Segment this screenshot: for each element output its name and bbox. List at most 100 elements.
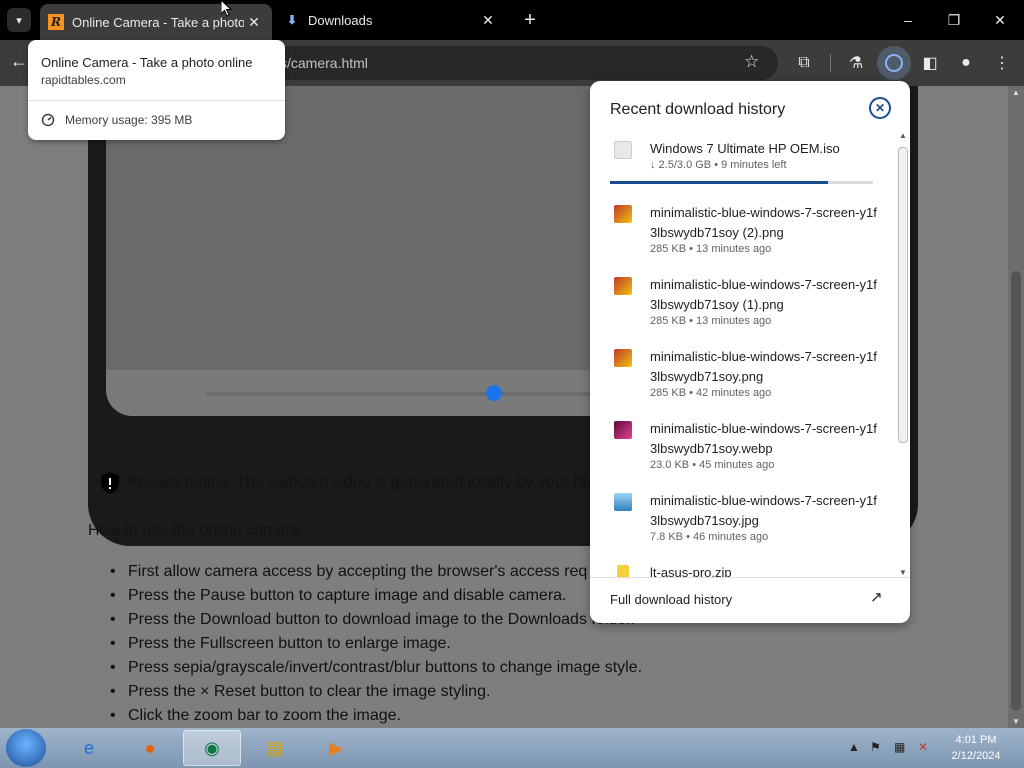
back-arrow-icon[interactable]: ← — [10, 51, 28, 72]
image-icon — [614, 349, 632, 367]
windows-taskbar: e ● ◉ ▤ ▶ ▲ ⚑ ▦ ✕ 4:01 PM 2/12/2024 — [0, 728, 1024, 768]
mouse-cursor-icon — [221, 0, 233, 17]
tab-online-camera[interactable]: R Online Camera - Take a photo online ✕ — [40, 4, 272, 40]
download-item[interactable]: Windows 7 Ultimate HP OEM.iso ↓ 2.5/3.0 … — [590, 131, 896, 203]
volume-muted-icon[interactable]: ✕ — [918, 740, 928, 754]
hover-card-domain: rapidtables.com — [41, 73, 126, 87]
privacy-text: Privacy notice: The webcam video is gene… — [128, 474, 597, 491]
download-status: ↓ 2.5/3.0 GB • 9 minutes left — [650, 159, 787, 171]
clock-date: 2/12/2024 — [951, 750, 1001, 762]
list-item: Press the Download button to download im… — [110, 610, 642, 634]
download-bubble-footer: Full download history ↗ — [590, 577, 910, 623]
start-button[interactable] — [6, 729, 46, 767]
download-bubble-heading: Recent download history — [610, 101, 786, 118]
image-icon — [614, 205, 632, 223]
image-icon — [614, 277, 632, 295]
download-status: 285 KB • 13 minutes ago — [650, 315, 772, 327]
action-center-flag-icon[interactable]: ⚑ — [870, 740, 881, 754]
media-player-icon[interactable]: ▶ — [307, 730, 365, 766]
scroll-up-arrow-icon[interactable]: ▲ — [1008, 88, 1024, 97]
close-icon[interactable]: ✕ — [869, 97, 891, 119]
download-status: 285 KB • 13 minutes ago — [650, 243, 772, 255]
list-item: Press the Fullscreen button to enlarge i… — [110, 634, 642, 658]
hover-card-divider — [28, 100, 285, 101]
download-filename: Windows 7 Ultimate HP OEM.iso — [650, 141, 840, 156]
tab-title: Online Camera - Take a photo online — [72, 14, 244, 30]
jpg-icon — [614, 493, 632, 511]
maximize-button[interactable]: ❐ — [940, 6, 968, 34]
download-filename: minimalistic-blue-windows-7-screen-y1f3l… — [650, 421, 877, 456]
scroll-down-arrow-icon[interactable]: ▼ — [896, 568, 910, 577]
list-item: First allow camera access by accepting t… — [110, 562, 642, 586]
download-progress-bar — [610, 181, 873, 184]
file-icon — [614, 141, 632, 159]
tab-close-icon[interactable]: ✕ — [244, 12, 264, 32]
page-scrollbar[interactable]: ▲ ▼ — [1008, 86, 1024, 728]
zip-icon — [617, 565, 629, 577]
labs-flask-icon[interactable]: ⚗ — [844, 51, 868, 75]
download-item[interactable]: lt-asus-pro.zip — [590, 555, 896, 577]
tab-search-button[interactable]: ▾ — [7, 8, 31, 32]
toolbar-divider — [830, 54, 831, 72]
webp-icon — [614, 421, 632, 439]
hover-card-title: Online Camera - Take a photo online — [41, 55, 253, 70]
list-item: Click the zoom bar to zoom the image. — [110, 706, 642, 728]
chrome-menu-icon[interactable]: ⋮ — [990, 51, 1014, 75]
extensions-icon[interactable]: ⧉ — [792, 51, 816, 75]
scroll-thumb[interactable] — [898, 147, 908, 443]
close-window-button[interactable]: ✕ — [986, 6, 1014, 34]
full-download-history-link[interactable]: Full download history — [610, 592, 732, 607]
download-filename: minimalistic-blue-windows-7-screen-y1f3l… — [650, 277, 877, 312]
download-filename: minimalistic-blue-windows-7-screen-y1f3l… — [650, 493, 877, 528]
bookmark-star-icon[interactable]: ☆ — [744, 52, 759, 72]
explorer-icon[interactable]: ▤ — [245, 730, 303, 766]
tab-downloads[interactable]: ⬇ Downloads ✕ — [276, 4, 506, 36]
memory-usage-text: Memory usage: 395 MB — [65, 113, 193, 127]
privacy-notice: Privacy notice: The webcam video is gene… — [100, 472, 596, 494]
tab-hover-card: Online Camera - Take a photo online rapi… — [28, 40, 285, 140]
hover-card-memory: Memory usage: 395 MB — [41, 113, 192, 127]
download-status: 285 KB • 42 minutes ago — [650, 387, 772, 399]
new-tab-button[interactable]: + — [518, 8, 542, 32]
zoom-slider-knob[interactable] — [486, 385, 502, 401]
shield-icon — [101, 472, 119, 494]
list-item: Press sepia/grayscale/invert/contrast/bl… — [110, 658, 642, 682]
tray-arrow-icon[interactable]: ▲ — [848, 740, 860, 754]
tab-close-icon[interactable]: ✕ — [478, 10, 498, 30]
tab-title: Downloads — [308, 12, 373, 28]
clock-time: 4:01 PM — [955, 734, 997, 746]
tab-strip: ▾ R Online Camera - Take a photo online … — [0, 0, 1024, 40]
chrome-icon[interactable]: ◉ — [183, 730, 241, 766]
download-item[interactable]: minimalistic-blue-windows-7-screen-y1f3l… — [590, 195, 896, 267]
download-progress-fill — [610, 181, 829, 184]
download-item[interactable]: minimalistic-blue-windows-7-screen-y1f3l… — [590, 411, 896, 483]
rapidtables-r-icon: R — [48, 14, 64, 30]
download-bubble: Recent download history ✕ Windows 7 Ulti… — [590, 81, 910, 623]
network-icon[interactable]: ▦ — [894, 740, 905, 754]
download-filename: minimalistic-blue-windows-7-screen-y1f3l… — [650, 349, 877, 384]
download-icon: ⬇ — [286, 13, 298, 27]
howto-title: How to use the online camera: — [88, 522, 305, 539]
download-progress-ring-icon — [885, 54, 903, 72]
download-status: 23.0 KB • 45 minutes ago — [650, 459, 775, 471]
system-clock[interactable]: 4:01 PM 2/12/2024 — [944, 732, 1008, 764]
scroll-down-arrow-icon[interactable]: ▼ — [1008, 717, 1024, 726]
side-panel-icon[interactable]: ◧ — [918, 51, 942, 75]
minimize-button[interactable]: – — [894, 6, 922, 34]
scroll-thumb[interactable] — [1011, 271, 1021, 711]
open-external-icon[interactable]: ↗ — [870, 588, 890, 608]
download-item[interactable]: minimalistic-blue-windows-7-screen-y1f3l… — [590, 483, 896, 555]
instructions-list: First allow camera access by accepting t… — [110, 562, 642, 728]
download-item[interactable]: minimalistic-blue-windows-7-screen-y1f3l… — [590, 267, 896, 339]
internet-explorer-icon[interactable]: e — [60, 730, 118, 766]
memory-gauge-icon — [41, 113, 55, 127]
download-list: Windows 7 Ultimate HP OEM.iso ↓ 2.5/3.0 … — [590, 131, 896, 577]
firefox-icon[interactable]: ● — [121, 730, 179, 766]
download-filename: minimalistic-blue-windows-7-screen-y1f3l… — [650, 205, 877, 240]
profile-avatar-icon[interactable]: ● — [954, 51, 978, 75]
list-item: Press the × Reset button to clear the im… — [110, 682, 642, 706]
scroll-up-arrow-icon[interactable]: ▲ — [896, 131, 910, 140]
download-status: 7.8 KB • 46 minutes ago — [650, 531, 769, 543]
download-list-scrollbar[interactable]: ▲ ▼ — [896, 131, 910, 577]
download-item[interactable]: minimalistic-blue-windows-7-screen-y1f3l… — [590, 339, 896, 411]
